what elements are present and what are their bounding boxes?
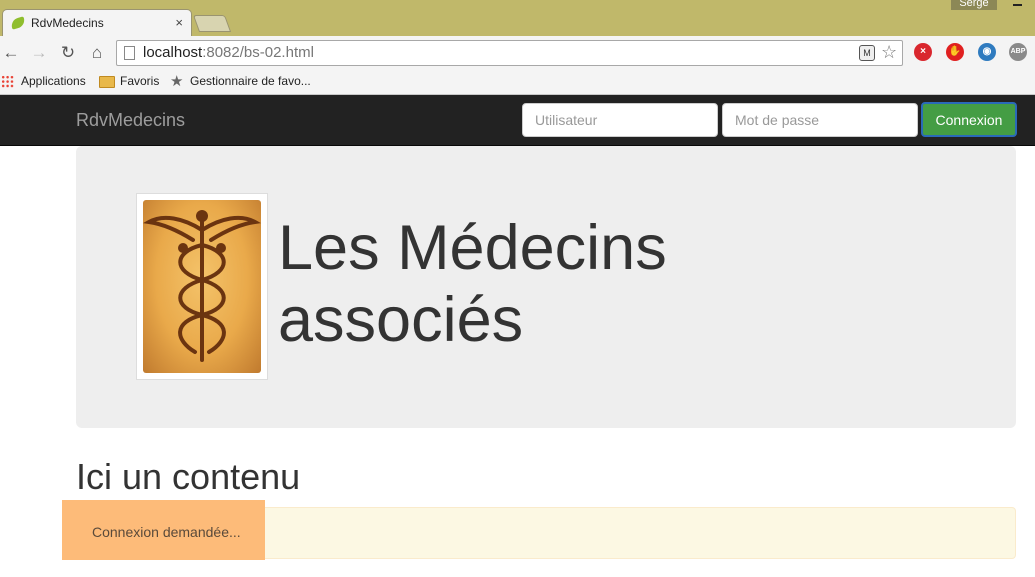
browser-tab[interactable]: RdvMedecins × [2,9,192,37]
spring-leaf-icon [9,16,27,30]
reload-icon[interactable]: ↻ [57,42,79,64]
navbar-brand[interactable]: RdvMedecins [76,110,185,131]
back-arrow-icon[interactable]: ← [0,42,22,64]
apps-grid-icon [1,75,14,88]
folder-icon [99,76,115,88]
profile-button[interactable]: Serge [951,0,997,10]
browser-toolbar: ← → ↻ ⌂ localhost:8082/bs-02.html M ☆ × … [0,36,1035,70]
navbar: RdvMedecins Connexion [0,95,1035,146]
caduceus-icon [142,210,262,362]
forward-arrow-icon[interactable]: → [28,42,50,64]
malwarebytes-icon[interactable]: M [859,45,875,61]
tab-title: RdvMedecins [31,16,104,30]
url-text[interactable]: localhost:8082/bs-02.html [143,44,314,61]
globe-icon[interactable]: ◉ [978,43,996,61]
username-input[interactable] [522,103,718,137]
bookmarks-bar: Applications Favoris ★ Gestionnaire de f… [0,70,1035,95]
star-icon: ★ [170,73,184,90]
bookmark-star-icon[interactable]: ☆ [881,42,897,63]
stop-hand-icon[interactable]: ✋ [946,43,964,61]
bookmark-applications[interactable]: Applications [21,74,86,88]
browser-titlebar: RdvMedecins × Serge [0,0,1035,37]
password-input[interactable] [722,103,918,137]
page-icon [124,46,135,60]
page-title: Les Médecins associés [278,213,667,355]
login-button[interactable]: Connexion [921,102,1017,137]
new-tab-button[interactable] [192,15,232,32]
doctors-logo-image [136,193,268,380]
address-bar[interactable]: localhost:8082/bs-02.html M ☆ [116,40,903,66]
jumbotron: Les Médecins associés [76,146,1016,428]
minimize-icon[interactable] [1013,4,1022,6]
home-icon[interactable]: ⌂ [86,42,108,64]
status-message: Connexion demandée... [62,500,265,560]
bookmark-gestionnaire[interactable]: Gestionnaire de favo... [190,74,311,88]
content-heading: Ici un contenu [76,456,301,497]
adblock-icon[interactable]: ABP [1009,43,1027,61]
tab-close-icon[interactable]: × [175,15,183,30]
bookmark-favoris[interactable]: Favoris [120,74,159,88]
parchment-background [142,200,262,373]
close-x-icon[interactable]: × [914,43,932,61]
